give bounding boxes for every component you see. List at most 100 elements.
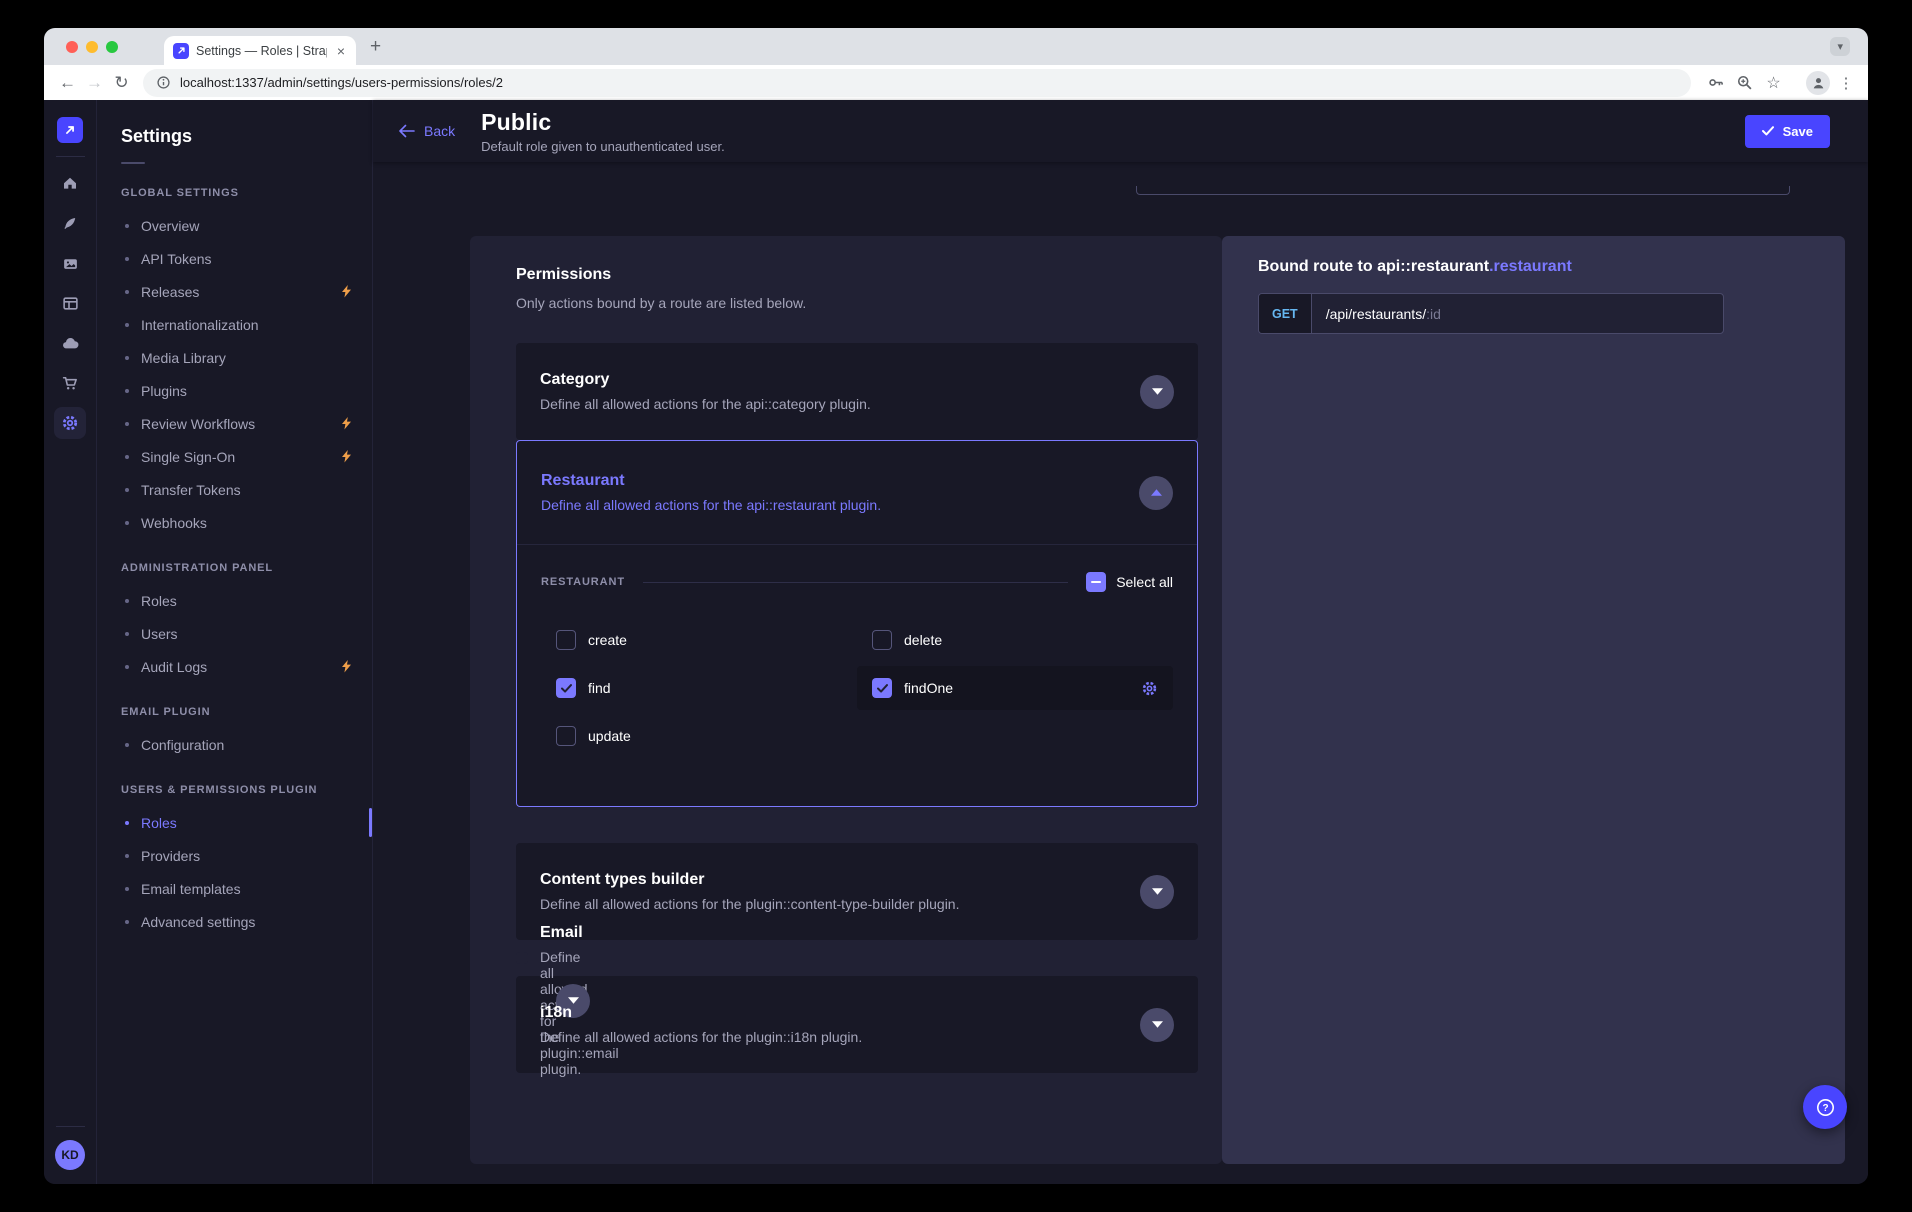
bullet-icon xyxy=(125,521,129,525)
media-library-icon[interactable] xyxy=(44,243,96,283)
sidebar-item-overview[interactable]: Overview xyxy=(97,209,372,242)
password-key-icon[interactable] xyxy=(1701,74,1730,91)
accordion-restaurant[interactable]: Restaurant Define all allowed actions fo… xyxy=(516,440,1198,807)
sidebar-item-internationalization[interactable]: Internationalization xyxy=(97,308,372,341)
checkbox-find[interactable] xyxy=(556,678,576,698)
site-info-icon[interactable] xyxy=(156,75,171,90)
sidebar-item-review-workflows[interactable]: Review Workflows xyxy=(97,407,372,440)
bullet-icon xyxy=(125,224,129,228)
sidebar-item-label: Email templates xyxy=(141,881,241,897)
sidebar-item-label: Transfer Tokens xyxy=(141,482,241,498)
content-manager-icon[interactable] xyxy=(44,203,96,243)
empty-cell xyxy=(857,714,1173,758)
sidebar-item-up-roles[interactable]: Roles xyxy=(97,806,372,839)
role-description-input-partial[interactable] xyxy=(1136,186,1790,195)
sidebar-item-media-library[interactable]: Media Library xyxy=(97,341,372,374)
nav-section-label: USERS & PERMISSIONS PLUGIN xyxy=(97,761,372,806)
zoom-window-button[interactable] xyxy=(106,41,118,53)
subnav-title: Settings xyxy=(97,126,372,147)
lightning-icon xyxy=(342,417,352,430)
accordion-category[interactable]: Category Define all allowed actions for … xyxy=(516,343,1198,440)
back-button[interactable]: ← xyxy=(54,74,81,91)
minimize-window-button[interactable] xyxy=(86,41,98,53)
sidebar-item-label: Providers xyxy=(141,848,200,864)
bookmark-star-icon[interactable]: ☆ xyxy=(1759,73,1788,93)
sidebar-item-label: Media Library xyxy=(141,350,226,366)
divider xyxy=(643,582,1068,583)
sidebar-item-label: API Tokens xyxy=(141,251,212,267)
permission-find[interactable]: find xyxy=(541,666,857,710)
sidebar-item-single-sign-on[interactable]: Single Sign-On xyxy=(97,440,372,473)
sidebar-item-providers[interactable]: Providers xyxy=(97,839,372,872)
permission-settings-gear-icon[interactable] xyxy=(1141,680,1158,697)
checkbox-create[interactable] xyxy=(556,630,576,650)
permission-create[interactable]: create xyxy=(541,618,857,662)
new-tab-button[interactable]: + xyxy=(370,37,381,56)
chevron-down-icon[interactable] xyxy=(1140,875,1174,909)
reload-button[interactable]: ↻ xyxy=(108,74,135,91)
permission-update[interactable]: update xyxy=(541,714,857,758)
sidebar-item-label: Plugins xyxy=(141,383,187,399)
chevron-up-icon[interactable] xyxy=(1139,476,1173,510)
bullet-icon xyxy=(125,257,129,261)
checkbox-update[interactable] xyxy=(556,726,576,746)
tab-search-chevron-icon[interactable]: ▾ xyxy=(1830,37,1850,56)
accordion-content-types-builder[interactable]: Content types builder Define all allowed… xyxy=(516,843,1198,940)
content-type-builder-icon[interactable] xyxy=(44,283,96,323)
permission-delete[interactable]: delete xyxy=(857,618,1173,662)
sidebar-item-advanced-settings[interactable]: Advanced settings xyxy=(97,905,372,938)
address-bar[interactable]: localhost:1337/admin/settings/users-perm… xyxy=(143,69,1691,97)
marketplace-cart-icon[interactable] xyxy=(44,363,96,403)
cloud-icon[interactable] xyxy=(44,323,96,363)
sidebar-item-plugins[interactable]: Plugins xyxy=(97,374,372,407)
browser-profile-avatar[interactable] xyxy=(1806,71,1830,95)
close-tab-icon[interactable]: × xyxy=(334,43,348,59)
select-all-checkbox[interactable] xyxy=(1086,572,1106,592)
forward-button[interactable]: → xyxy=(81,74,108,91)
sidebar-item-audit-logs[interactable]: Audit Logs xyxy=(97,650,372,683)
browser-menu-icon[interactable]: ⋮ xyxy=(1834,74,1858,92)
back-link[interactable]: Back xyxy=(399,123,455,139)
accordion-email[interactable]: Email Define all allowed actions for the… xyxy=(516,952,528,964)
lightning-icon xyxy=(342,285,352,298)
sidebar-item-users[interactable]: Users xyxy=(97,617,372,650)
user-avatar[interactable]: KD xyxy=(55,1140,85,1170)
bullet-icon xyxy=(125,356,129,360)
back-arrow-icon xyxy=(399,123,415,139)
sidebar-item-email-templates[interactable]: Email templates xyxy=(97,872,372,905)
bullet-icon xyxy=(125,887,129,891)
save-button[interactable]: Save xyxy=(1745,115,1830,148)
route-path-text: /api/restaurants/ xyxy=(1326,306,1426,322)
browser-tab[interactable]: Settings — Roles | Strapi × xyxy=(164,36,356,65)
sidebar-item-releases[interactable]: Releases xyxy=(97,275,372,308)
checkbox-delete[interactable] xyxy=(872,630,892,650)
checkbox-findone[interactable] xyxy=(872,678,892,698)
zoom-icon[interactable] xyxy=(1730,74,1759,91)
accordion-title: Category xyxy=(540,371,1124,389)
bullet-icon xyxy=(125,821,129,825)
permission-findone[interactable]: findOne xyxy=(857,666,1173,710)
permission-label: find xyxy=(588,680,611,696)
accordion-title: Content types builder xyxy=(540,871,1124,889)
sidebar-item-label: Overview xyxy=(141,218,199,234)
sidebar-item-email-configuration[interactable]: Configuration xyxy=(97,728,372,761)
sidebar-item-webhooks[interactable]: Webhooks xyxy=(97,506,372,539)
sidebar-item-label: Webhooks xyxy=(141,515,207,531)
sidebar-item-admin-roles[interactable]: Roles xyxy=(97,584,372,617)
tab-title: Settings — Roles | Strapi xyxy=(196,44,327,58)
accordion-description: Define all allowed actions for the api::… xyxy=(540,396,1124,412)
permissions-card: Permissions Only actions bound by a rout… xyxy=(470,236,1222,1164)
strapi-favicon-icon xyxy=(173,43,189,59)
help-button[interactable]: ? xyxy=(1803,1085,1847,1129)
sidebar-item-transfer-tokens[interactable]: Transfer Tokens xyxy=(97,473,372,506)
home-icon[interactable] xyxy=(44,163,96,203)
sidebar-item-api-tokens[interactable]: API Tokens xyxy=(97,242,372,275)
select-all-label: Select all xyxy=(1116,574,1173,590)
chevron-down-icon[interactable] xyxy=(1140,1008,1174,1042)
check-icon xyxy=(1762,126,1774,136)
page-subtitle: Default role given to unauthenticated us… xyxy=(481,139,725,154)
settings-gear-icon[interactable] xyxy=(54,407,86,439)
chevron-down-icon[interactable] xyxy=(1140,375,1174,409)
close-window-button[interactable] xyxy=(66,41,78,53)
strapi-logo[interactable] xyxy=(57,117,83,143)
